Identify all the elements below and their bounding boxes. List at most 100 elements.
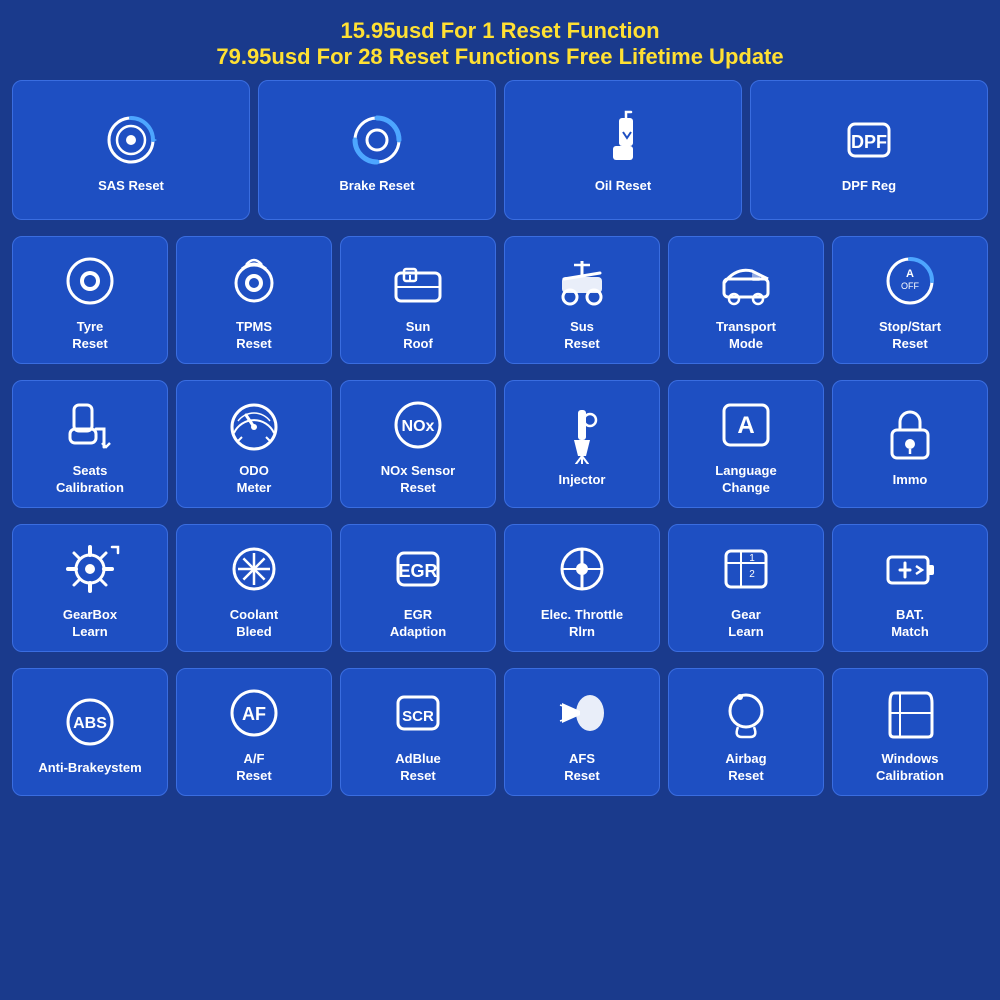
sun-roof-card[interactable]: Sun Roof — [340, 236, 496, 364]
row2-grid: Tyre Reset TPMS Reset Sun Roof Sus Reset — [0, 228, 1000, 372]
windows-calibration-card[interactable]: Windows Calibration — [832, 668, 988, 796]
row5-grid: ABS Anti-Brakeystem AF A/F Reset SCR AdB… — [0, 660, 1000, 804]
row3-grid: Seats Calibration ODO Meter NOx NOx Sens… — [0, 372, 1000, 516]
injector-icon — [550, 402, 614, 466]
sun-roof-label: Sun Roof — [403, 319, 433, 353]
svg-text:DPF: DPF — [851, 132, 887, 152]
sas-reset-label: SAS Reset — [98, 178, 164, 195]
odo-icon — [222, 393, 286, 457]
immo-label: Immo — [893, 472, 928, 489]
language-icon: A — [714, 393, 778, 457]
tpms-icon — [222, 249, 286, 313]
throttle-icon — [550, 537, 614, 601]
gearbox-icon — [58, 537, 122, 601]
dpf-reg-card[interactable]: DPF DPF Reg — [750, 80, 988, 220]
coolant-bleed-card[interactable]: Coolant Bleed — [176, 524, 332, 652]
afs-reset-label: AFS Reset — [564, 751, 599, 785]
afs-reset-card[interactable]: AFS Reset — [504, 668, 660, 796]
seats-calibration-card[interactable]: Seats Calibration — [12, 380, 168, 508]
nox-icon: NOx — [386, 393, 450, 457]
gear-icon: 1 2 — [714, 537, 778, 601]
injector-card[interactable]: Injector — [504, 380, 660, 508]
gear-learn-label: Gear Learn — [728, 607, 763, 641]
brake-reset-label: Brake Reset — [339, 178, 414, 195]
tpms-reset-card[interactable]: TPMS Reset — [176, 236, 332, 364]
bat-icon — [878, 537, 942, 601]
tpms-reset-label: TPMS Reset — [236, 319, 272, 353]
adblue-reset-label: AdBlue Reset — [395, 751, 441, 785]
oil-reset-label: Oil Reset — [595, 178, 651, 195]
odo-meter-label: ODO Meter — [237, 463, 272, 497]
svg-text:EGR: EGR — [398, 561, 437, 581]
oil-reset-card[interactable]: Oil Reset — [504, 80, 742, 220]
dpf-reg-label: DPF Reg — [842, 178, 896, 195]
transport-mode-card[interactable]: Transport Mode — [668, 236, 824, 364]
transport-icon — [714, 249, 778, 313]
windows-calibration-label: Windows Calibration — [876, 751, 944, 785]
oil-icon — [591, 108, 655, 172]
immo-icon — [878, 402, 942, 466]
stopstart-icon: A OFF — [878, 249, 942, 313]
brake-reset-card[interactable]: Brake Reset — [258, 80, 496, 220]
abs-icon: ABS — [58, 690, 122, 754]
elec-throttle-card[interactable]: Elec. Throttle Rlrn — [504, 524, 660, 652]
header-line1: 15.95usd For 1 Reset Function — [10, 18, 990, 44]
seats-calibration-label: Seats Calibration — [56, 463, 124, 497]
svg-text:A: A — [737, 412, 754, 439]
language-change-card[interactable]: A Language Change — [668, 380, 824, 508]
injector-label: Injector — [559, 472, 606, 489]
svg-text:NOx: NOx — [402, 418, 435, 435]
immo-card[interactable]: Immo — [832, 380, 988, 508]
bat-match-label: BAT. Match — [891, 607, 929, 641]
sunroof-icon — [386, 249, 450, 313]
transport-mode-label: Transport Mode — [716, 319, 776, 353]
af-icon: AF — [222, 681, 286, 745]
egr-icon: EGR — [386, 537, 450, 601]
af-reset-label: A/F Reset — [236, 751, 271, 785]
svg-text:ABS: ABS — [73, 715, 107, 732]
bat-match-card[interactable]: BAT. Match — [832, 524, 988, 652]
header: 15.95usd For 1 Reset Function 79.95usd F… — [0, 0, 1000, 80]
adblue-icon: SCR — [386, 681, 450, 745]
language-change-label: Language Change — [715, 463, 776, 497]
sas-reset-card[interactable]: SAS Reset — [12, 80, 250, 220]
row4-grid: GearBox Learn Coolant Bleed EGR EGR Adap… — [0, 516, 1000, 660]
svg-text:2: 2 — [749, 569, 755, 580]
sus-icon — [550, 249, 614, 313]
adblue-reset-card[interactable]: SCR AdBlue Reset — [340, 668, 496, 796]
odo-meter-card[interactable]: ODO Meter — [176, 380, 332, 508]
svg-text:AF: AF — [242, 704, 266, 724]
svg-text:1: 1 — [749, 553, 755, 564]
header-line2: 79.95usd For 28 Reset Functions Free Lif… — [10, 44, 990, 70]
coolant-icon — [222, 537, 286, 601]
dpf-icon: DPF — [837, 108, 901, 172]
seats-icon — [58, 393, 122, 457]
stopstart-reset-card[interactable]: A OFF Stop/Start Reset — [832, 236, 988, 364]
anti-brake-card[interactable]: ABS Anti-Brakeystem — [12, 668, 168, 796]
sus-reset-card[interactable]: Sus Reset — [504, 236, 660, 364]
nox-sensor-reset-label: NOx Sensor Reset — [381, 463, 455, 497]
egr-adaption-card[interactable]: EGR EGR Adaption — [340, 524, 496, 652]
windows-icon — [878, 681, 942, 745]
egr-adaption-label: EGR Adaption — [390, 607, 446, 641]
elec-throttle-label: Elec. Throttle Rlrn — [541, 607, 623, 641]
gearbox-learn-label: GearBox Learn — [63, 607, 117, 641]
svg-text:OFF: OFF — [901, 281, 919, 291]
tyre-reset-card[interactable]: Tyre Reset — [12, 236, 168, 364]
airbag-reset-label: Airbag Reset — [725, 751, 766, 785]
af-reset-card[interactable]: AF A/F Reset — [176, 668, 332, 796]
anti-brake-label: Anti-Brakeystem — [38, 760, 141, 777]
sas-icon — [99, 108, 163, 172]
gearbox-learn-card[interactable]: GearBox Learn — [12, 524, 168, 652]
airbag-icon — [714, 681, 778, 745]
tyre-icon — [58, 249, 122, 313]
brake-icon — [345, 108, 409, 172]
coolant-bleed-label: Coolant Bleed — [230, 607, 278, 641]
stopstart-reset-label: Stop/Start Reset — [879, 319, 941, 353]
row1-grid: SAS Reset Brake Reset Oil Reset DPF DPF … — [0, 80, 1000, 228]
sus-reset-label: Sus Reset — [564, 319, 599, 353]
gear-learn-card[interactable]: 1 2 Gear Learn — [668, 524, 824, 652]
svg-text:SCR: SCR — [402, 708, 434, 725]
airbag-reset-card[interactable]: Airbag Reset — [668, 668, 824, 796]
nox-sensor-reset-card[interactable]: NOx NOx Sensor Reset — [340, 380, 496, 508]
